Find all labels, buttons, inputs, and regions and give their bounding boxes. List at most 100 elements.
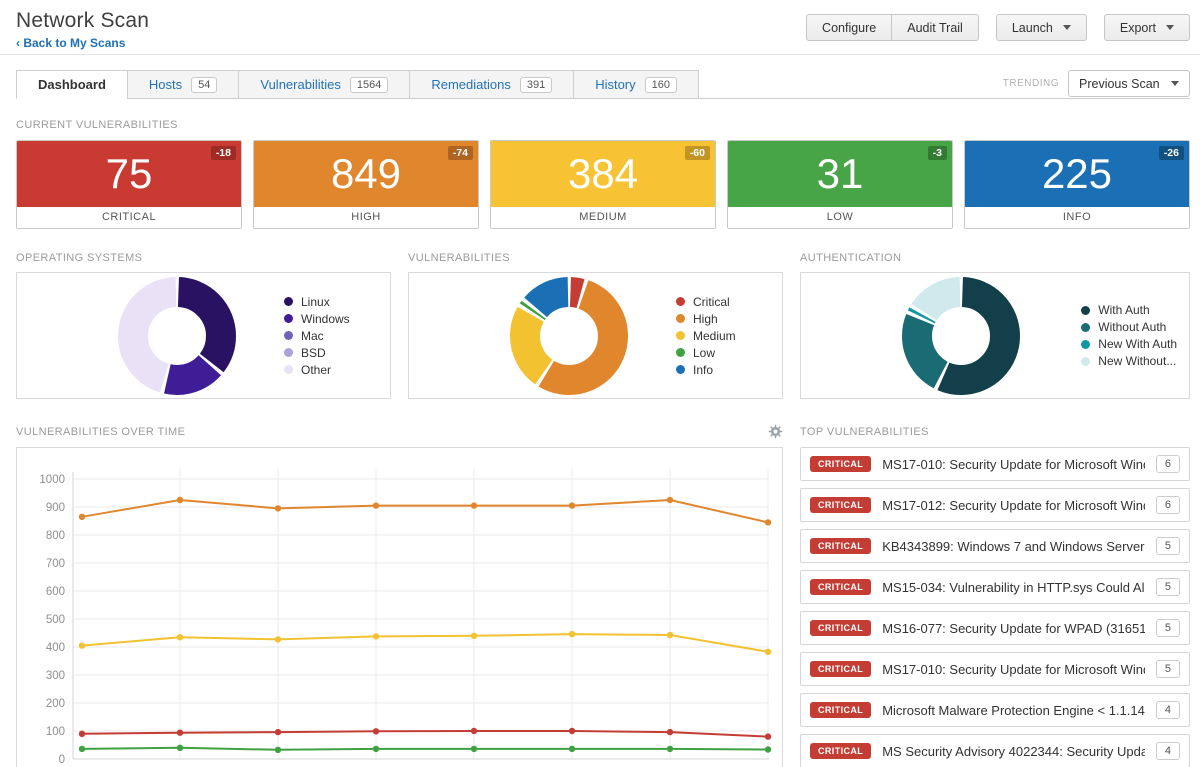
vulnerability-name: KB4343899: Windows 7 and Windows Server … [882,539,1145,554]
tab-history[interactable]: History160 [573,70,699,99]
severity-badge: CRITICAL [810,620,871,636]
severity-card-top: 31 -3 [728,141,952,207]
legend-label: With Auth [1098,303,1149,317]
header-actions: Configure Audit Trail Launch Export [806,9,1190,54]
tab-label: Dashboard [38,77,106,92]
vulnerability-name: MS16-077: Security Update for WPAD (3165… [882,621,1145,636]
severity-card-low[interactable]: 31-3LOW [727,140,953,229]
legend-item: Without Auth [1081,319,1177,336]
legend-dot-icon [676,365,685,374]
bottom-row: VULNERABILITIES OVER TIME [16,424,1190,767]
tab-label: Hosts [149,77,182,92]
severity-badge: CRITICAL [810,702,871,718]
vulnerabilities-section: VULNERABILITIES CriticalHighMediumLowInf… [408,252,783,399]
donut-charts-row: OPERATING SYSTEMS LinuxWindowsMacBSDOthe… [16,252,1190,399]
export-button[interactable]: Export [1104,14,1190,41]
severity-card-critical[interactable]: 75 -18 CRITICAL [16,140,242,229]
chart-title-row: VULNERABILITIES OVER TIME [16,424,783,439]
legend-item: Other [284,361,378,378]
severity-badge: CRITICAL [810,538,871,554]
vulnerability-count-badge: 4 [1156,701,1180,719]
chart-settings-button[interactable] [768,424,783,439]
svg-text:0: 0 [59,754,65,766]
tab-label: History [595,77,635,92]
severity-card-info[interactable]: 225-26INFO [964,140,1190,229]
legend-item: Info [676,361,770,378]
severity-delta-badge: -3 [928,146,947,160]
vulnerability-name: MS Security Advisory 4022344: Security U… [882,744,1145,759]
vulnerability-row[interactable]: CRITICAL KB4343899: Windows 7 and Windows… [800,529,1190,563]
vulnerability-row[interactable]: CRITICALMS15-034: Vulnerability in HTTP.… [800,570,1190,604]
legend-dot-icon [676,331,685,340]
vulnerability-count-badge: 6 [1156,455,1180,473]
severity-card-label: CRITICAL [17,207,241,228]
top-vulnerabilities-section: TOP VULNERABILITIES CRITICALMS17-010: Se… [800,424,1190,767]
chevron-down-icon [1063,25,1071,30]
trending-select-value: Previous Scan [1079,77,1160,91]
svg-text:1000: 1000 [39,474,65,486]
vulnerability-count-badge: 5 [1156,578,1180,596]
vulnerability-row[interactable]: CRITICALMS17-012: Security Update for Mi… [800,488,1190,522]
severity-delta-badge: -18 [211,146,236,160]
vulnerability-row[interactable]: CRITICAL Microsoft Malware Protection Eng… [800,693,1190,727]
launch-button[interactable]: Launch [996,14,1087,41]
severity-count: 31 [817,153,864,195]
legend-label: Medium [693,329,736,343]
severity-count: 75 [106,153,153,195]
legend-label: Info [693,363,713,377]
legend-item: BSD [284,344,378,361]
vulnerabilities-over-time-section: VULNERABILITIES OVER TIME [16,424,783,767]
legend-label: Critical [693,295,730,309]
tab-label: Remediations [431,77,511,92]
severity-card-high[interactable]: 849-74HIGH [253,140,479,229]
gear-icon [768,424,783,439]
severity-card-label: HIGH [254,207,478,228]
chevron-down-icon [1166,25,1174,30]
vulnerability-row[interactable]: CRITICAL MS16-077: Security Update for WP… [800,611,1190,645]
trending-select[interactable]: Previous Scan [1068,70,1190,97]
configure-button[interactable]: Configure [806,14,892,41]
vulnerability-row[interactable]: CRITICALMS17-010: Security Update for Mi… [800,652,1190,686]
severity-badge: CRITICAL [810,661,871,677]
severity-delta-badge: -26 [1159,146,1184,160]
vulnerability-count-badge: 5 [1156,619,1180,637]
vulnerability-count-badge: 4 [1156,742,1180,760]
legend-label: Low [693,346,715,360]
authentication-legend: With AuthWithout AuthNew With AuthNew Wi… [1081,302,1177,370]
tab-remediations[interactable]: Remediations391 [409,70,574,99]
vulnerabilities-donut [505,277,633,395]
legend-dot-icon [284,365,293,374]
tab-vulnerabilities[interactable]: Vulnerabilities1564 [238,70,410,99]
legend-item: Low [676,344,770,361]
authentication-donut [897,277,1025,395]
vulnerability-row[interactable]: CRITICALMS Security Advisory 4022344: Se… [800,734,1190,767]
legend-dot-icon [284,348,293,357]
legend-dot-icon [676,348,685,357]
main-content: CURRENT VULNERABILITIES 75-18CRITICAL849… [0,119,1200,767]
legend-item: Mac [284,327,378,344]
configure-audit-button-group: Configure Audit Trail [806,14,979,41]
vulnerability-name: Microsoft Malware Protection Engine < 1.… [882,703,1145,718]
back-to-my-scans-link[interactable]: ‹ Back to My Scans [16,36,125,50]
severity-card-label: INFO [965,207,1189,228]
vulnerability-row[interactable]: CRITICALMS17-010: Security Update for Mi… [800,447,1190,481]
severity-card-top: 75 -18 [17,141,241,207]
header-titles: Network Scan ‹ Back to My Scans [16,9,149,54]
severity-delta-badge: -74 [448,146,473,160]
legend-dot-icon [1081,340,1090,349]
authentication-chart-panel: With AuthWithout AuthNew With AuthNew Wi… [800,272,1190,399]
vulnerability-name: MS17-010: Security Update for Microsoft … [882,457,1145,472]
audit-trail-button[interactable]: Audit Trail [891,14,979,41]
legend-item: High [676,310,770,327]
legend-dot-icon [1081,357,1090,366]
vulnerability-count-badge: 5 [1156,660,1180,678]
severity-card-label: MEDIUM [491,207,715,228]
authentication-title: AUTHENTICATION [800,252,1190,264]
vulnerability-count-badge: 5 [1156,537,1180,555]
tab-hosts[interactable]: Hosts54 [127,70,239,99]
legend-label: Windows [301,312,350,326]
trending-label: TRENDING [1003,78,1059,89]
severity-cards-row: 75-18CRITICAL849-74HIGH384-60MEDIUM31-3L… [16,140,1190,229]
tab-dashboard[interactable]: Dashboard [16,70,128,99]
severity-card-medium[interactable]: 384-60MEDIUM [490,140,716,229]
